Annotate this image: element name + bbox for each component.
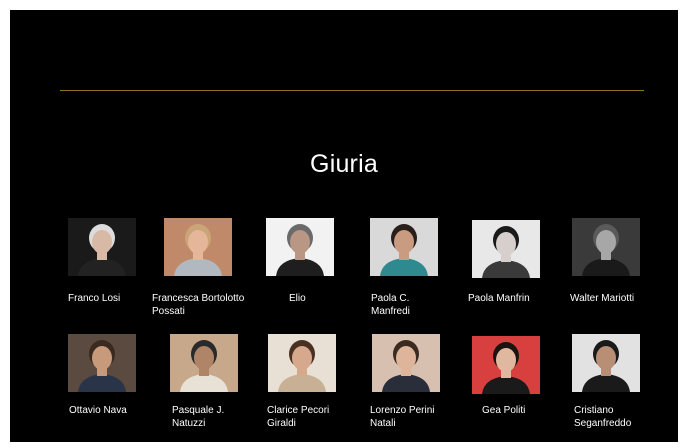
jury-member-name: Lorenzo Perini Natali <box>370 405 435 429</box>
jury-photo <box>164 218 232 276</box>
jury-photo <box>268 334 336 392</box>
portrait-image <box>472 336 540 394</box>
jury-photo <box>472 336 540 394</box>
jury-photo <box>572 334 640 392</box>
jury-member-name: Pasquale J. Natuzzi <box>172 405 225 429</box>
jury-photo <box>68 334 136 392</box>
jury-photo <box>472 220 540 278</box>
jury-member-name: Clarice Pecori Giraldi <box>267 405 330 429</box>
divider-line <box>60 90 644 91</box>
jury-member-name: Ottavio Nava <box>69 405 127 416</box>
portrait-image <box>572 218 640 276</box>
jury-member-name: Francesca Bortolotto Possati <box>152 293 245 317</box>
jury-photo <box>372 334 440 392</box>
portrait-image <box>268 334 336 392</box>
jury-photo <box>68 218 136 276</box>
portrait-image <box>164 218 232 276</box>
jury-photo <box>266 218 334 276</box>
portrait-image <box>266 218 334 276</box>
slide-title: Giuria <box>310 150 378 178</box>
portrait-image <box>370 218 438 276</box>
jury-member-name: Cristiano Seganfreddo <box>574 405 632 429</box>
jury-photo <box>572 218 640 276</box>
portrait-image <box>68 334 136 392</box>
portrait-image <box>170 334 238 392</box>
jury-member-name: Walter Mariotti <box>570 293 635 304</box>
jury-photo <box>370 218 438 276</box>
portrait-image <box>68 218 136 276</box>
jury-member-name: Paola C. Manfredi <box>371 293 410 317</box>
jury-photo <box>170 334 238 392</box>
slide: Giuria Franco Losi Francesca Bortolotto P… <box>10 10 678 442</box>
jury-member-name: Paola Manfrin <box>468 293 530 304</box>
portrait-image <box>572 334 640 392</box>
portrait-image <box>472 220 540 278</box>
portrait-image <box>372 334 440 392</box>
